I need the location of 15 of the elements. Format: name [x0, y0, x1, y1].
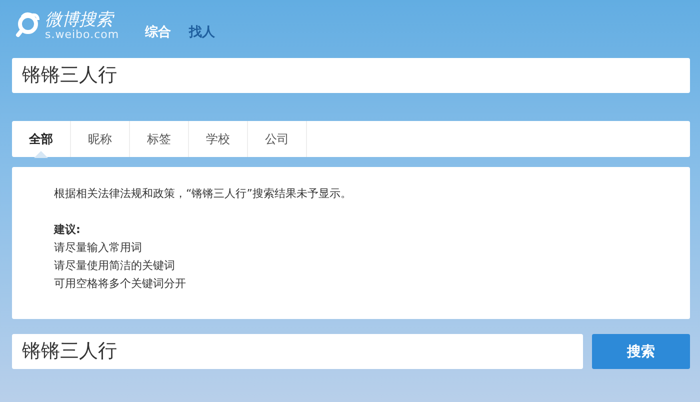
search-field[interactable]: 锵锵三人行 [12, 334, 583, 369]
filter-tab[interactable]: 学校 [189, 121, 248, 157]
suggestion-title: 建议: [54, 222, 82, 238]
suggestion-text: 请尽量输入常用词 [54, 240, 143, 256]
filter-tab[interactable]: 全部 [12, 121, 71, 157]
logo-domain: s.weibo.com [45, 29, 120, 42]
filter-tab[interactable]: 标签 [130, 121, 189, 157]
search-field[interactable]: 锵锵三人行 [12, 58, 690, 93]
suggestion-text: 请尽量使用简洁的关键词 [54, 258, 176, 274]
suggestion-text: 可用空格将多个关键词分开 [54, 276, 187, 292]
notice-message: 根据相关法律法规和政策，“锵锵三人行”搜索结果未予显示。 [54, 186, 352, 202]
logo-title: 微博搜索 [45, 10, 114, 30]
filter-tab[interactable]: 公司 [248, 121, 307, 157]
filter-tab[interactable]: 昵称 [71, 121, 130, 157]
search-button[interactable]: 搜索 [592, 334, 690, 369]
